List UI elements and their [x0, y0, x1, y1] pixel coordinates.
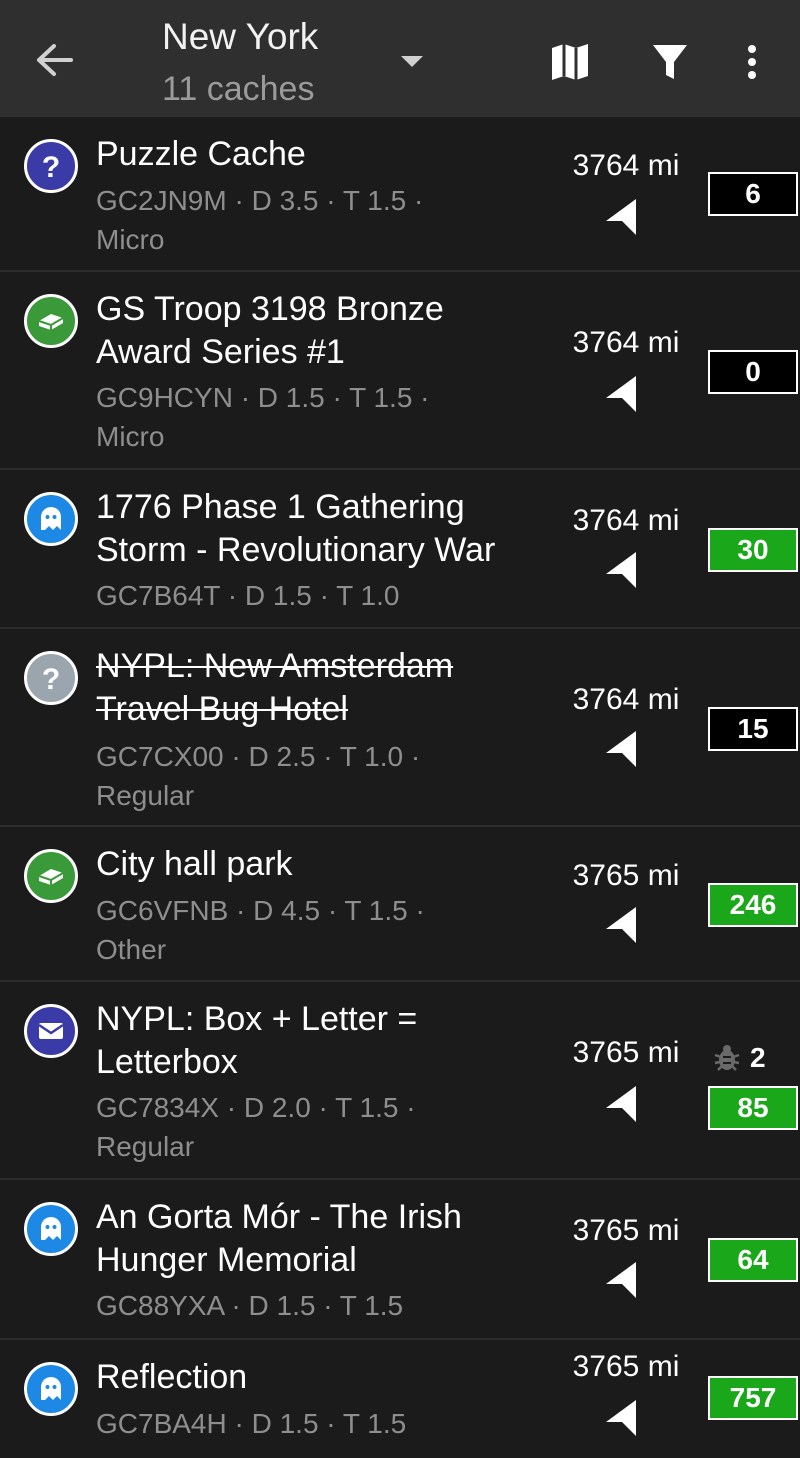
distance: 3765 mi [572, 1350, 680, 1383]
cache-meta: GC6VFNB · D 4.5 · T 1.5 · Other [96, 891, 536, 969]
cache-name: Reflection [96, 1358, 248, 1396]
dropdown-arrow-icon[interactable] [392, 44, 432, 80]
cache-name: NYPL: Box + Letter = Letterbox [96, 1000, 418, 1081]
distance: 3764 mi [572, 683, 680, 716]
cache-size: Micro [96, 421, 165, 452]
distance: 3765 mi [572, 859, 680, 892]
cache-name: Puzzle Cache [96, 135, 306, 173]
map-icon[interactable] [540, 34, 600, 90]
distance: 3764 mi [572, 149, 680, 182]
distance: 3764 mi [572, 504, 680, 537]
direction-arrow-icon [600, 548, 644, 592]
direction-arrow-icon [600, 903, 644, 947]
found-count-badge: 757 [708, 1376, 798, 1420]
distance: 3765 mi [572, 1036, 680, 1069]
list-item[interactable]: ? NYPL: New Amsterdam Travel Bug Hotel G… [0, 629, 800, 827]
found-count-badge: 64 [708, 1238, 798, 1282]
question-mark-icon: ? [24, 139, 78, 193]
direction-arrow-icon [600, 195, 644, 239]
cache-meta: GC88YXA · D 1.5 · T 1.5 [96, 1286, 536, 1325]
cache-name: 1776 Phase 1 Gathering Storm - Revolutio… [96, 488, 496, 569]
cache-size: Other [96, 934, 167, 965]
svg-text:?: ? [42, 151, 60, 183]
cache-name: GS Troop 3198 Bronze Award Series #1 [96, 290, 444, 371]
found-count-badge: 30 [708, 528, 798, 572]
cache-meta: GC7B64T · D 1.5 · T 1.0 [96, 576, 536, 615]
ghost-event-icon [24, 1202, 78, 1256]
more-vert-icon[interactable] [724, 30, 780, 94]
cache-code-line: GC7B64T · D 1.5 · T 1.0 [96, 580, 400, 611]
cache-code-line: GC7834X · D 2.0 · T 1.5 · [96, 1092, 416, 1123]
list-item[interactable]: An Gorta Mór - The Irish Hunger Memorial… [0, 1180, 800, 1340]
cache-code-line: GC88YXA · D 1.5 · T 1.5 [96, 1290, 404, 1321]
cache-size: Micro [96, 224, 165, 255]
direction-arrow-icon [600, 1396, 644, 1440]
cache-name: An Gorta Mór - The Irish Hunger Memorial [96, 1198, 462, 1279]
found-count-badge: 246 [708, 883, 798, 927]
direction-arrow-icon [600, 1082, 644, 1126]
toolbar: New York 11 caches [0, 0, 800, 117]
direction-arrow-icon [600, 1258, 644, 1302]
cache-code-line: GC9HCYN · D 1.5 · T 1.5 · [96, 382, 430, 413]
cache-meta: GC7CX00 · D 2.5 · T 1.0 · Regular [96, 737, 536, 815]
ghost-event-icon [24, 1362, 78, 1416]
cache-code-line: GC2JN9M · D 3.5 · T 1.5 · [96, 185, 424, 216]
cache-list: ? Puzzle Cache GC2JN9M · D 3.5 · T 1.5 ·… [0, 117, 800, 1458]
direction-arrow-icon [600, 727, 644, 771]
traditional-cache-icon [24, 849, 78, 903]
cache-code-line: GC6VFNB · D 4.5 · T 1.5 · [96, 895, 425, 926]
cache-name: NYPL: New Amsterdam Travel Bug Hotel [96, 647, 454, 728]
ghost-event-icon [24, 492, 78, 546]
cache-count: 11 caches [162, 70, 315, 108]
envelope-icon [24, 1004, 78, 1058]
question-mark-icon: ? [24, 651, 78, 705]
bug-icon [712, 1043, 742, 1073]
distance: 3764 mi [572, 326, 680, 359]
trackables-count: 2 [750, 1042, 766, 1073]
found-count-badge: 0 [708, 350, 798, 394]
list-item[interactable]: Reflection GC7BA4H · D 1.5 · T 1.5 3765 … [0, 1340, 800, 1458]
cache-meta: GC7BA4H · D 1.5 · T 1.5 [96, 1404, 536, 1443]
found-count-badge: 6 [708, 172, 798, 216]
list-item[interactable]: 1776 Phase 1 Gathering Storm - Revolutio… [0, 470, 800, 629]
cache-size: Regular [96, 1131, 195, 1162]
cache-code-line: GC7CX00 · D 2.5 · T 1.0 · [96, 741, 421, 772]
cache-meta: GC7834X · D 2.0 · T 1.5 · Regular [96, 1088, 536, 1166]
distance: 3765 mi [572, 1214, 680, 1247]
trackables-indicator: 2 [712, 1038, 792, 1078]
cache-size: Regular [96, 780, 195, 811]
cache-name: City hall park [96, 845, 293, 883]
found-count-badge: 15 [708, 707, 798, 751]
direction-arrow-icon [600, 372, 644, 416]
traditional-cache-icon [24, 294, 78, 348]
cache-code-line: GC7BA4H · D 1.5 · T 1.5 [96, 1408, 407, 1439]
cache-meta: GC9HCYN · D 1.5 · T 1.5 · Micro [96, 378, 536, 456]
list-item[interactable]: NYPL: Box + Letter = Letterbox GC7834X ·… [0, 982, 800, 1180]
list-item[interactable]: City hall park GC6VFNB · D 4.5 · T 1.5 ·… [0, 827, 800, 982]
found-count-badge: 85 [708, 1086, 798, 1130]
filter-icon[interactable] [640, 34, 700, 90]
list-item[interactable]: ? Puzzle Cache GC2JN9M · D 3.5 · T 1.5 ·… [0, 117, 800, 272]
list-title[interactable]: New York [162, 16, 318, 58]
cache-meta: GC2JN9M · D 3.5 · T 1.5 · Micro [96, 181, 536, 259]
back-arrow-icon[interactable] [22, 28, 86, 92]
svg-text:?: ? [42, 663, 60, 695]
list-item[interactable]: GS Troop 3198 Bronze Award Series #1 GC9… [0, 272, 800, 470]
